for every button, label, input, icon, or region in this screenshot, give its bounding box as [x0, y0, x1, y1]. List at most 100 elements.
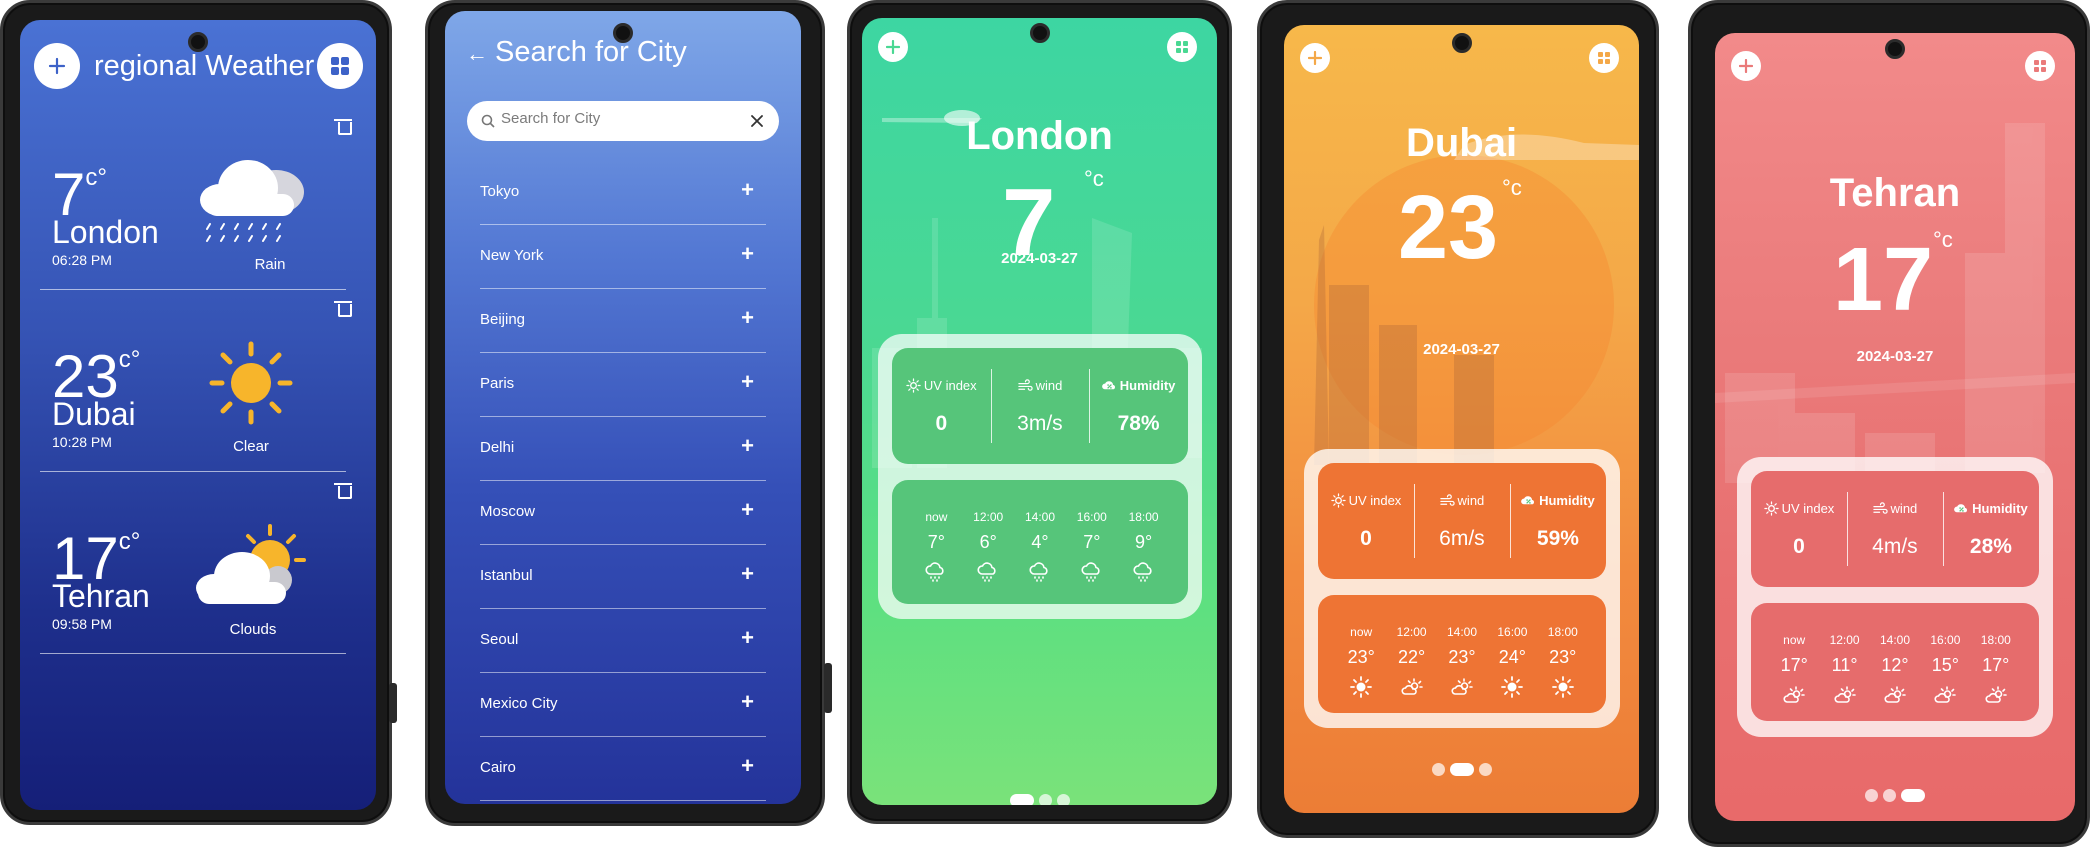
add-city-plus-icon[interactable]: + — [741, 369, 754, 395]
date-label: 2024-03-27 — [1856, 348, 1934, 365]
cloud-sun-icon — [1834, 686, 1856, 703]
forecast-panel: UV index 0 wind 4m/s Humidity 28% now 17° 12:00… — [1737, 457, 2053, 737]
stat-uv-index: UV index 0 — [1751, 471, 1847, 587]
stat-separator — [1509, 483, 1511, 559]
search-city-row[interactable]: Cairo + — [480, 737, 766, 801]
hourly-forecast-item: 18:00 17° — [1976, 603, 2016, 721]
divider — [40, 471, 346, 472]
search-city-row[interactable]: Istanbul + — [480, 545, 766, 609]
cloud-sun-icon — [1783, 686, 1805, 703]
hour-label: 18:00 — [1128, 510, 1159, 524]
add-city-plus-icon[interactable]: + — [741, 625, 754, 651]
add-city-plus-icon[interactable]: + — [741, 433, 754, 459]
add-city-plus-icon[interactable]: + — [741, 689, 754, 715]
stat-value: 0 — [1793, 535, 1805, 558]
hour-label: 14:00 — [1024, 510, 1055, 524]
search-city-row[interactable]: Paris + — [480, 353, 766, 417]
hour-label: now — [1350, 625, 1373, 639]
hour-temp: 23° — [1448, 647, 1476, 667]
hourly-card: now 23° 12:00 22° 14:00 23° 16:00 24° 18:00 23° — [1318, 595, 1606, 713]
add-city-plus-icon[interactable]: + — [741, 561, 754, 587]
add-city-plus-icon[interactable]: + — [741, 305, 754, 331]
stat-label-text: Humidity — [1972, 501, 2028, 516]
hour-icon-wrap — [1782, 683, 1806, 712]
page-dot[interactable] — [1478, 763, 1492, 776]
hour-icon-wrap — [924, 560, 948, 589]
add-city-plus-icon[interactable]: + — [741, 177, 754, 203]
search-city-label: Moscow — [480, 503, 536, 520]
delete-dubai-icon[interactable] — [334, 300, 352, 317]
stat-label: wind — [1847, 501, 1943, 516]
hourly-forecast-item: 14:00 23° — [1442, 595, 1482, 713]
hour-icon-wrap — [1500, 675, 1524, 704]
city-title: London — [966, 114, 1113, 158]
add-city-button[interactable] — [34, 43, 80, 89]
sun-icon — [1551, 676, 1574, 698]
delete-london-icon[interactable] — [334, 118, 352, 135]
phone-tehran: Tehran 17 °c 2024-03-27 UV index 0 wind 4m/… — [1688, 0, 2090, 847]
page-dot[interactable] — [1901, 789, 1925, 802]
dubai-condition: Clear — [233, 438, 269, 455]
add-city-button[interactable] — [1300, 43, 1330, 73]
search-input[interactable] — [501, 110, 731, 127]
city-list-screen: regional Weather 7c° London 06:28 PM Rai… — [20, 20, 376, 810]
page-dot[interactable] — [1865, 789, 1878, 802]
add-city-plus-icon[interactable]: + — [741, 497, 754, 523]
hour-label: 14:00 — [1879, 633, 1910, 647]
stat-wind: wind 4m/s — [1847, 471, 1943, 587]
add-city-button[interactable] — [878, 32, 908, 62]
sun-icon — [1501, 676, 1524, 698]
search-city-label: Delhi — [480, 439, 515, 456]
uv-sun-icon — [1763, 501, 1779, 516]
search-city-row[interactable]: Mexico City + — [480, 673, 766, 737]
page-dot[interactable] — [1449, 763, 1474, 776]
search-city-row[interactable]: Delhi + — [480, 417, 766, 481]
search-city-row[interactable]: New York + — [480, 225, 766, 289]
hour-icon-wrap — [1450, 675, 1474, 704]
sun-icon — [209, 341, 293, 425]
stat-label: Humidity — [1089, 378, 1188, 393]
grid-icon — [1598, 52, 1610, 64]
side-button — [824, 663, 832, 713]
hour-temp: 4° — [1031, 532, 1049, 552]
search-city-row[interactable]: Moscow + — [480, 481, 766, 545]
page-dot[interactable] — [1009, 794, 1034, 805]
dubai-detail-screen: Dubai 23 °c 2024-03-27 UV index 0 wind 6m/s… — [1284, 25, 1639, 813]
page-dot[interactable] — [1883, 789, 1896, 802]
hour-label: 12:00 — [1829, 633, 1860, 647]
search-city-row[interactable]: Tokyo + — [480, 161, 766, 225]
plus-icon — [1739, 59, 1753, 73]
search-city-label: Mexico City — [480, 695, 558, 712]
delete-tehran-icon[interactable] — [334, 482, 352, 499]
search-city-row[interactable]: Seoul + — [480, 609, 766, 673]
hourly-card: now 7° 12:00 6° 14:00 4° 16:00 7° 18:00 9° — [892, 480, 1188, 604]
back-arrow-icon[interactable]: ← — [466, 41, 488, 67]
page-dot[interactable] — [1038, 794, 1052, 805]
hourly-forecast-item: now 7° — [916, 480, 957, 604]
add-city-button[interactable] — [1731, 51, 1761, 81]
hour-label: 12:00 — [1396, 625, 1427, 639]
hour-temp: 15° — [1931, 655, 1959, 675]
cloud-sun-icon — [1451, 678, 1473, 695]
grid-view-button[interactable] — [1167, 32, 1197, 62]
grid-view-button[interactable] — [317, 43, 363, 89]
grid-view-button[interactable] — [2025, 51, 2055, 81]
plus-icon — [48, 57, 66, 75]
london-time: 06:28 PM — [52, 252, 112, 268]
grid-view-button[interactable] — [1589, 43, 1619, 73]
hour-icon-wrap — [1400, 675, 1424, 704]
temp-unit: °c — [1933, 227, 1953, 252]
search-city-label: Seoul — [480, 631, 519, 648]
temp-unit: °c — [1084, 166, 1104, 191]
page-dot[interactable] — [1431, 763, 1445, 776]
page-dot[interactable] — [1056, 794, 1070, 805]
stat-uv-index: UV index 0 — [892, 348, 991, 464]
add-city-plus-icon[interactable]: + — [741, 753, 754, 779]
close-icon[interactable] — [750, 114, 764, 128]
date-label: 2024-03-27 — [1001, 250, 1078, 267]
wind-icon — [1017, 379, 1033, 391]
hour-temp: 23° — [1347, 647, 1375, 667]
stat-value: 4m/s — [1872, 535, 1918, 558]
add-city-plus-icon[interactable]: + — [741, 241, 754, 267]
search-city-row[interactable]: Beijing + — [480, 289, 766, 353]
